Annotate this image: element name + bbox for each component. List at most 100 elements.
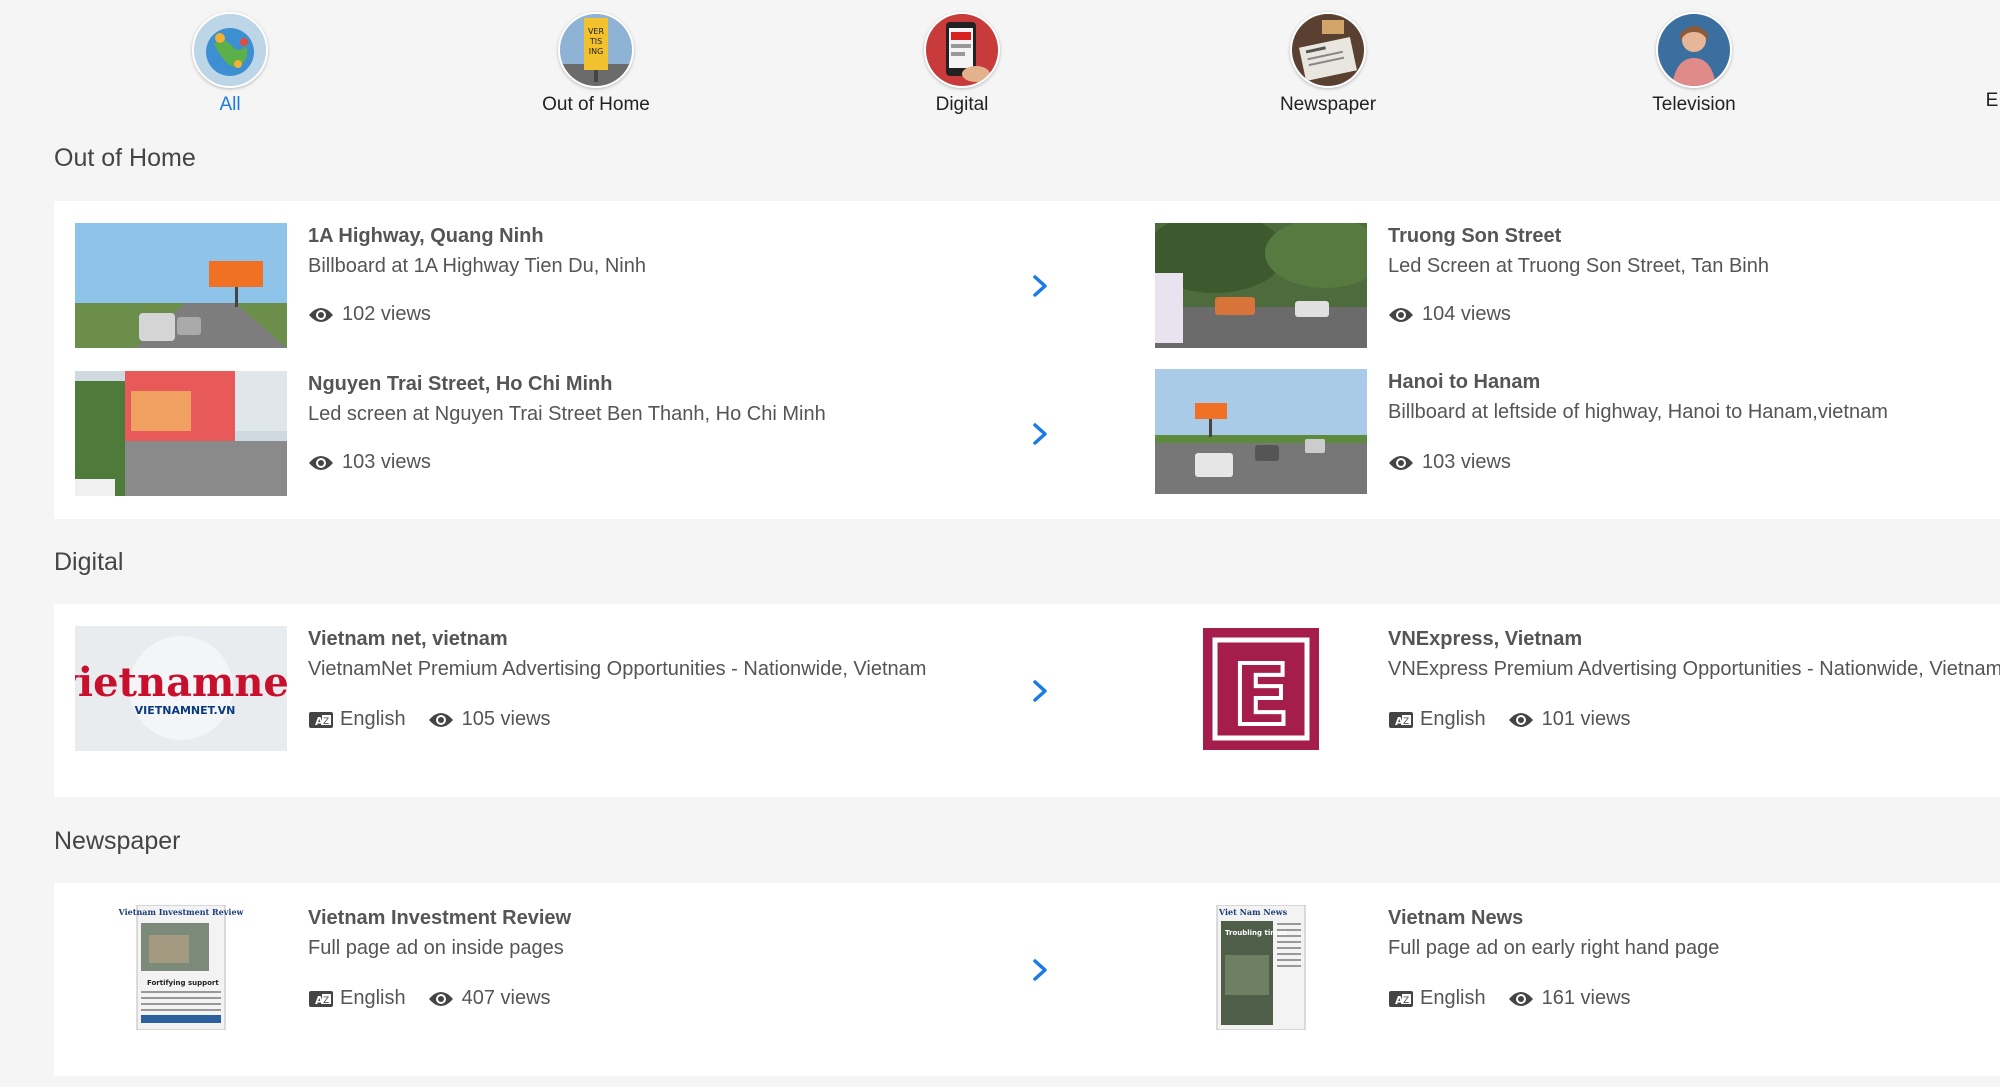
listing-subtitle: Billboard at 1A Highway Tien Du, Ninh <box>308 255 646 277</box>
listing-item[interactable]: Nguyen Trai Street, Ho Chi Minh Led scre… <box>54 371 1124 501</box>
chevron-right-icon[interactable] <box>1029 676 1051 706</box>
listing-item[interactable]: E VNExpress, Vietnam VNExpress Premium A… <box>1134 626 2000 756</box>
category-all[interactable]: All <box>150 12 310 116</box>
masthead-text: Vietnam Investment Review <box>118 907 245 917</box>
language-label: English <box>340 987 406 1009</box>
listing-item[interactable]: 1A Highway, Quang Ninh Billboard at 1A H… <box>54 223 1124 353</box>
svg-text:Z: Z <box>323 717 329 727</box>
eye-icon <box>1389 307 1413 322</box>
views-count: 104 views <box>1422 303 1511 325</box>
listing-thumbnail: Vietnam Investment Review Fortifying supp… <box>75 905 287 1030</box>
language-label: English <box>1420 708 1486 730</box>
listing-title: Vietnam Investment Review <box>308 907 572 929</box>
section-title-digital: Digital <box>54 548 124 576</box>
logo-subtext: VIETNAMNET.VN <box>135 704 236 717</box>
language-label: English <box>340 708 406 730</box>
listing-title: Truong Son Street <box>1388 225 1562 247</box>
category-out-of-home[interactable]: VER TIS ING Out of Home <box>516 12 676 116</box>
panel-out-of-home: 1A Highway, Quang Ninh Billboard at 1A H… <box>54 201 2000 519</box>
category-partial[interactable]: E <box>1912 12 2000 112</box>
language-label: English <box>1420 987 1486 1009</box>
category-label: Out of Home <box>542 94 650 115</box>
listing-meta: 103 views <box>308 451 431 474</box>
category-label: All <box>219 94 241 115</box>
masthead-text: Viet Nam News <box>1218 907 1288 917</box>
views-count: 102 views <box>342 303 431 325</box>
category-label: Television <box>1652 94 1736 115</box>
category-newspaper[interactable]: Newspaper <box>1248 12 1408 116</box>
language-icon: AZ <box>1389 990 1413 1007</box>
svg-text:VER: VER <box>588 27 605 36</box>
views-count: 407 views <box>461 987 551 1009</box>
category-bar: All VER TIS ING Out of Home Digital Newspa… <box>0 0 2000 120</box>
eye-icon <box>428 991 453 1006</box>
category-label: Digital <box>935 94 989 115</box>
views-count: 103 views <box>1422 451 1511 473</box>
chevron-right-icon[interactable] <box>1029 955 1051 985</box>
listing-subtitle: VNExpress Premium Advertising Opportunit… <box>1388 658 2000 680</box>
logo-text: E <box>1232 646 1289 744</box>
svg-text:Z: Z <box>1403 717 1409 727</box>
listing-item[interactable]: Hanoi to Hanam Billboard at leftside of … <box>1134 369 2000 499</box>
listing-item[interactable]: Vietnam Investment Review Fortifying supp… <box>54 905 1124 1035</box>
listing-thumbnail <box>1155 369 1367 494</box>
listing-thumbnail <box>75 223 287 348</box>
category-digital[interactable]: Digital <box>882 12 1042 116</box>
logo-text: vietnamnet <box>75 659 287 706</box>
listing-subtitle: Full page ad on inside pages <box>308 937 564 959</box>
eye-icon <box>1389 455 1413 470</box>
eye-icon <box>309 455 333 470</box>
panel-newspaper: Vietnam Investment Review Fortifying supp… <box>54 883 2000 1076</box>
eye-icon <box>1508 712 1533 727</box>
language-icon: AZ <box>309 990 333 1007</box>
section-title-newspaper: Newspaper <box>54 827 181 855</box>
svg-text:Z: Z <box>1403 996 1409 1006</box>
category-label: Newspaper <box>1279 94 1377 115</box>
listing-thumbnail <box>75 371 287 496</box>
language-icon: AZ <box>309 711 333 728</box>
listing-thumbnail: E <box>1155 626 1367 751</box>
listing-thumbnail: vietnamnetVIETNAMNET.VN <box>75 626 287 751</box>
views-count: 161 views <box>1541 987 1631 1009</box>
category-television[interactable]: Television <box>1614 12 1774 116</box>
listing-subtitle: VietnamNet Premium Advertising Opportuni… <box>308 658 927 680</box>
listing-item[interactable]: vietnamnetVIETNAMNET.VN Vietnam net, vie… <box>54 626 1124 756</box>
listing-title: Hanoi to Hanam <box>1388 371 1541 393</box>
listing-subtitle: Led Screen at Truong Son Street, Tan Bin… <box>1388 255 1769 277</box>
listing-meta: 102 views <box>308 303 431 326</box>
listing-title: Vietnam net, vietnam <box>308 628 508 650</box>
television-presenter-icon <box>1656 12 1732 88</box>
listing-subtitle: Billboard at leftside of highway, Hanoi … <box>1388 401 1888 423</box>
views-count: 105 views <box>461 708 551 730</box>
listing-meta: 103 views <box>1388 451 1511 474</box>
eye-icon <box>428 712 453 727</box>
globe-icon <box>192 12 268 88</box>
listing-item[interactable]: Truong Son Street Led Screen at Truong S… <box>1134 223 2000 353</box>
category-label: E <box>1985 90 1999 111</box>
listing-subtitle: Full page ad on early right hand page <box>1388 937 1720 959</box>
views-count: 103 views <box>342 451 431 473</box>
language-icon: AZ <box>1389 711 1413 728</box>
advertising-board-icon: VER TIS ING <box>558 12 634 88</box>
listing-meta: AZ English 101 views <box>1388 708 1631 731</box>
listing-item[interactable]: Viet Nam News Troubling times Vietnam New… <box>1134 905 2000 1035</box>
svg-text:TIS: TIS <box>589 37 602 46</box>
listing-meta: 104 views <box>1388 303 1511 326</box>
phone-ad-icon <box>924 12 1000 88</box>
newspaper-icon <box>1290 12 1366 88</box>
listing-subtitle: Led screen at Nguyen Trai Street Ben Tha… <box>308 403 826 425</box>
listing-title: VNExpress, Vietnam <box>1388 628 1583 650</box>
section-title-out-of-home: Out of Home <box>54 144 196 172</box>
eye-icon <box>309 307 333 322</box>
listing-thumbnail: Viet Nam News Troubling times <box>1155 905 1367 1030</box>
listing-meta: AZ English 407 views <box>308 987 551 1010</box>
headline-text: Fortifying support <box>147 979 219 987</box>
panel-digital: vietnamnetVIETNAMNET.VN Vietnam net, vie… <box>54 604 2000 797</box>
chevron-right-icon[interactable] <box>1029 271 1051 301</box>
listing-thumbnail <box>1155 223 1367 348</box>
listing-title: 1A Highway, Quang Ninh <box>308 225 544 247</box>
listing-title: Nguyen Trai Street, Ho Chi Minh <box>308 373 613 395</box>
eye-icon <box>1508 991 1533 1006</box>
chevron-right-icon[interactable] <box>1029 419 1051 449</box>
listing-meta: AZ English 105 views <box>308 708 551 731</box>
